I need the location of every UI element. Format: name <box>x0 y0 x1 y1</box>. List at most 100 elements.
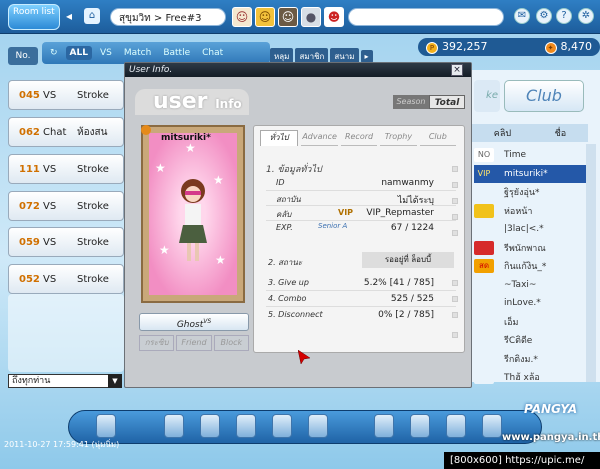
field-value: 67 / 1224 <box>390 223 434 233</box>
datestamp: 2011-10-27 17:59:41 (นุ่มนิ่ม) <box>4 440 120 449</box>
player-name: ~Taxi~ <box>504 279 537 290</box>
home-icon[interactable]: ⌂ <box>84 8 100 24</box>
room-row[interactable]: 059 VS Stroke <box>8 227 124 257</box>
logo-user-text: user <box>153 89 208 114</box>
col-rank[interactable]: คลิป <box>494 126 511 140</box>
club-button[interactable]: Club <box>504 80 584 112</box>
dock-item-bag-icon[interactable] <box>164 414 184 438</box>
checkbox[interactable] <box>452 214 458 220</box>
general-section-header: 1. ข้อมูลทั่วไป <box>266 165 322 175</box>
dock-item-map-icon[interactable] <box>308 414 328 438</box>
dock-item-house-icon[interactable] <box>272 414 292 438</box>
player-rank-icon <box>474 222 494 236</box>
image-caption: [800x600] https://upic.me/ <box>444 452 600 469</box>
sort-number-button[interactable]: No. <box>8 47 38 65</box>
col-name[interactable]: ชื่อ <box>555 126 567 140</box>
player-row[interactable]: ห่อหน้า <box>474 202 586 220</box>
checkbox[interactable] <box>452 312 458 318</box>
top-search-box[interactable] <box>348 8 504 26</box>
checkbox[interactable] <box>452 166 458 172</box>
friend-button[interactable]: Friend <box>176 335 212 351</box>
filter-tab-all[interactable]: ALL <box>65 46 92 60</box>
player-row[interactable]: รีกติงม.* <box>474 350 586 368</box>
dock-item-shop-icon[interactable] <box>96 414 116 438</box>
refresh-icon[interactable]: ↻ <box>46 46 62 60</box>
room-number: 052 <box>19 273 40 285</box>
filter-tab-chat[interactable]: Chat <box>198 46 227 60</box>
player-row[interactable]: NO Time <box>474 146 586 164</box>
character-face-icon-1[interactable]: ☺ <box>232 7 252 27</box>
character-face-icon-2[interactable]: ☺ <box>255 7 275 27</box>
player-row[interactable]: inLove.* <box>474 294 586 312</box>
dock-item-exit-icon[interactable] <box>482 414 502 438</box>
room-filter-tabs: ↻ ALL VS Match Battle Chat <box>42 42 270 64</box>
tab-club[interactable]: Club <box>419 130 457 146</box>
player-name: |3lac|<.* <box>504 224 544 234</box>
whisper-button[interactable]: กระซิบ <box>139 335 175 351</box>
room-number: 072 <box>19 200 40 212</box>
total-tab[interactable]: Total <box>429 95 465 109</box>
checkbox[interactable] <box>452 198 458 204</box>
room-row[interactable]: 052 VS Stroke <box>8 264 124 294</box>
close-icon[interactable]: × <box>451 64 463 76</box>
make-room-button[interactable]: ke <box>474 80 500 112</box>
dock-item-card-icon[interactable] <box>236 414 256 438</box>
player-rank-icon <box>474 351 494 366</box>
ball-icon[interactable]: ● <box>301 7 321 27</box>
checkbox[interactable] <box>452 332 458 338</box>
checkbox[interactable] <box>452 280 458 286</box>
dock-item-mail-icon[interactable] <box>374 414 394 438</box>
chevron-down-icon[interactable]: ▼ <box>108 374 122 388</box>
dock-item-gift-icon[interactable] <box>200 414 220 438</box>
dock-item-trophy-icon[interactable] <box>410 414 430 438</box>
ghost-vs-button[interactable]: GhostVS <box>139 313 249 331</box>
season-tab[interactable]: Season <box>393 95 429 109</box>
dialog-title: User Info. <box>125 63 471 77</box>
room-desc: Stroke <box>77 236 109 248</box>
checkbox[interactable] <box>452 296 458 302</box>
player-row[interactable]: รีCติดีe <box>474 331 586 349</box>
character-face-icon-3[interactable]: ☺ <box>278 7 298 27</box>
help-icon[interactable]: ? <box>556 8 572 24</box>
player-row[interactable]: ~Taxi~ <box>474 276 586 294</box>
tab-trophy[interactable]: Trophy <box>380 130 417 146</box>
star-decoration-icon: ★ <box>185 141 196 155</box>
player-row[interactable]: |3lac|<.* <box>474 220 586 238</box>
room-row[interactable]: 072 VS Stroke <box>8 191 124 221</box>
filter-tab-vs[interactable]: VS <box>96 46 116 60</box>
filter-tab-battle[interactable]: Battle <box>159 46 194 60</box>
player-row[interactable]: ฐิรุยังอุ่น* <box>474 183 586 201</box>
room-type: VS <box>43 163 57 175</box>
tab-record[interactable]: Record <box>340 130 378 146</box>
character-figure <box>179 179 207 261</box>
player-rank-icon <box>474 370 494 384</box>
player-row[interactable]: VIP mitsuriki* <box>474 164 586 183</box>
player-row[interactable]: สด กินแก้งิน_* <box>474 257 586 275</box>
divider <box>266 205 456 206</box>
gear-icon[interactable]: ✲ <box>578 8 594 24</box>
block-button[interactable]: Block <box>213 335 249 351</box>
mail-icon[interactable]: ✉ <box>514 8 530 24</box>
room-row[interactable]: 045 VS Stroke <box>8 80 124 110</box>
stat-value: 525 / 525 <box>390 294 434 304</box>
mascot-icon[interactable]: ☻ <box>324 7 344 27</box>
next-arrow-icon[interactable]: ▸ <box>360 49 373 63</box>
player-row[interactable]: รีพนักพาณ <box>474 239 586 257</box>
chat-channel-select[interactable]: ถึงทุกท่าน <box>8 374 120 388</box>
room-row[interactable]: 062 Chat ห้องสน <box>8 117 124 147</box>
character-card: ★ ★ ★ ★ ★ mitsuriki* <box>141 125 245 303</box>
room-row[interactable]: 111 VS Stroke <box>8 154 124 184</box>
settings-icon[interactable]: ⚙ <box>536 8 552 24</box>
tab-general[interactable]: ทั่วไป <box>260 130 299 146</box>
checkbox[interactable] <box>452 182 458 188</box>
back-arrow-icon[interactable]: ◂ <box>66 9 80 23</box>
checkbox[interactable] <box>452 230 458 236</box>
website-url: www.pangya.in.th <box>502 432 600 443</box>
filter-tab-match[interactable]: Match <box>120 46 155 60</box>
player-rank-icon <box>474 296 494 310</box>
player-row[interactable]: Thฮ้ xล้อ <box>474 368 586 386</box>
player-list-scrollbar[interactable] <box>586 144 596 382</box>
dock-item-option-icon[interactable] <box>446 414 466 438</box>
player-row[interactable]: เอ็ม <box>474 313 586 331</box>
tab-advance[interactable]: Advance <box>301 130 338 146</box>
